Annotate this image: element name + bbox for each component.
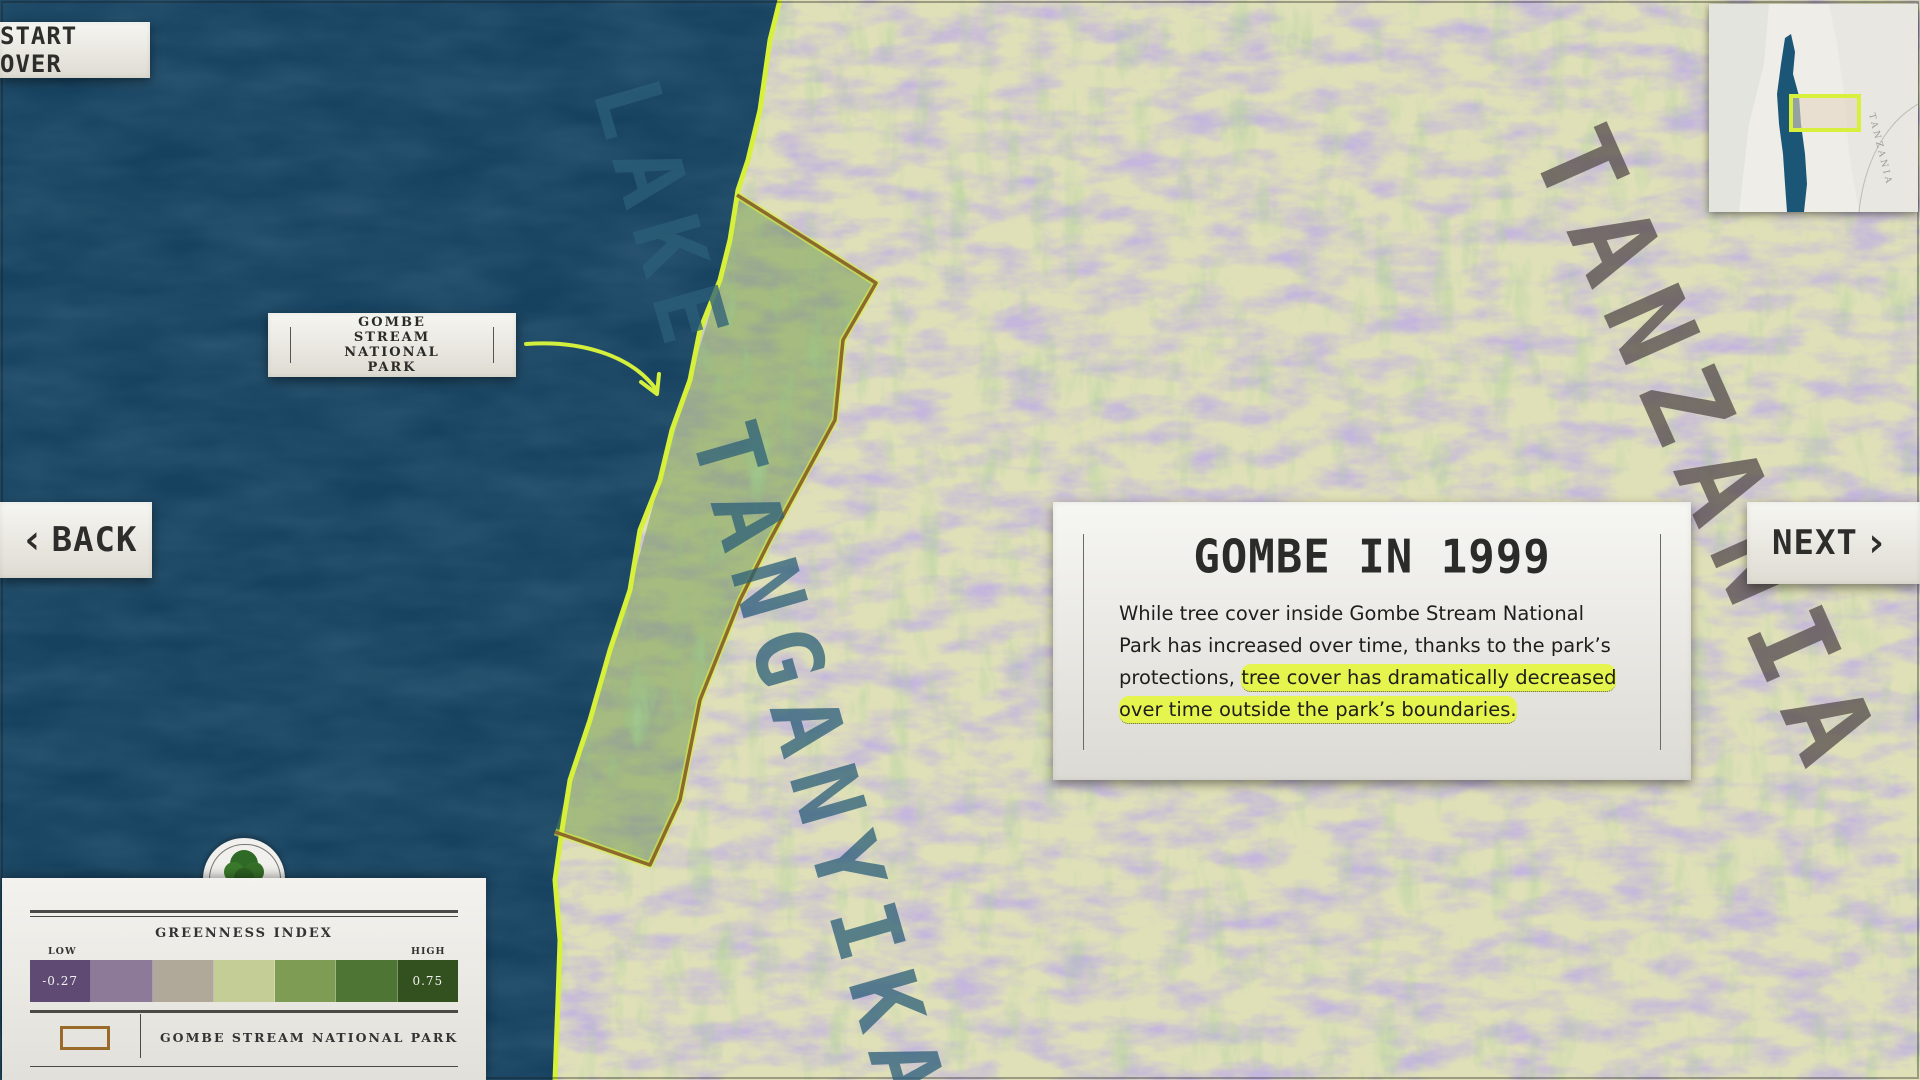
legend-title: GREENNESS INDEX [155,926,333,941]
chevron-right-icon: › [1863,520,1889,566]
ramp-swatch-min: -0.27 [30,960,92,1002]
legend-park-label: GOMBE STREAM NATIONAL PARK [160,1030,459,1045]
ramp-swatch [152,960,214,1002]
ramp-swatch [336,960,398,1002]
locator-region-fill [1791,96,1859,130]
legend-high-label: HIGH [411,946,446,957]
start-over-label: START OVER [0,22,78,78]
back-button[interactable]: ‹ BACK [0,502,152,578]
locator-map[interactable]: TANZANIA [1709,4,1918,212]
back-label: BACK [51,520,138,560]
legend-rule-bottom [30,1066,458,1067]
legend-low-label: LOW [48,946,77,957]
info-card-title: GOMBE IN 1999 [1193,530,1551,585]
ramp-swatch [275,960,337,1002]
legend-rule-top [30,910,458,913]
park-callout-text: GOMBE STREAM NATIONAL PARK [344,315,440,375]
legend-min-value: -0.27 [42,974,79,988]
callout-rule-left [290,327,291,363]
info-card-body: While tree cover inside Gombe Stream Nat… [1119,598,1625,726]
park-boundary-swatch [60,1026,110,1050]
legend-rule-top-thin [30,916,458,917]
chevron-left-icon: ‹ [20,517,46,563]
next-button[interactable]: NEXT › [1747,502,1920,584]
callout-rule-right [493,327,494,363]
legend-rule-mid [30,1010,458,1013]
legend-panel: GREENNESS INDEX LOW HIGH -0.27 0.75 GOMB… [2,878,486,1080]
info-card: GOMBE IN 1999 While tree cover inside Go… [1053,502,1691,780]
next-label: NEXT [1772,523,1858,563]
ramp-swatch-max: 0.75 [397,960,458,1002]
locator-map-graphic: TANZANIA [1709,4,1918,212]
park-callout-label: GOMBE STREAM NATIONAL PARK [268,313,516,377]
greenness-color-ramp: -0.27 0.75 [30,960,458,1002]
start-over-button[interactable]: START OVER [0,22,150,78]
legend-separator [140,1014,141,1058]
legend-max-value: 0.75 [412,974,444,988]
ramp-swatch [213,960,276,1002]
ramp-swatch [91,960,153,1002]
